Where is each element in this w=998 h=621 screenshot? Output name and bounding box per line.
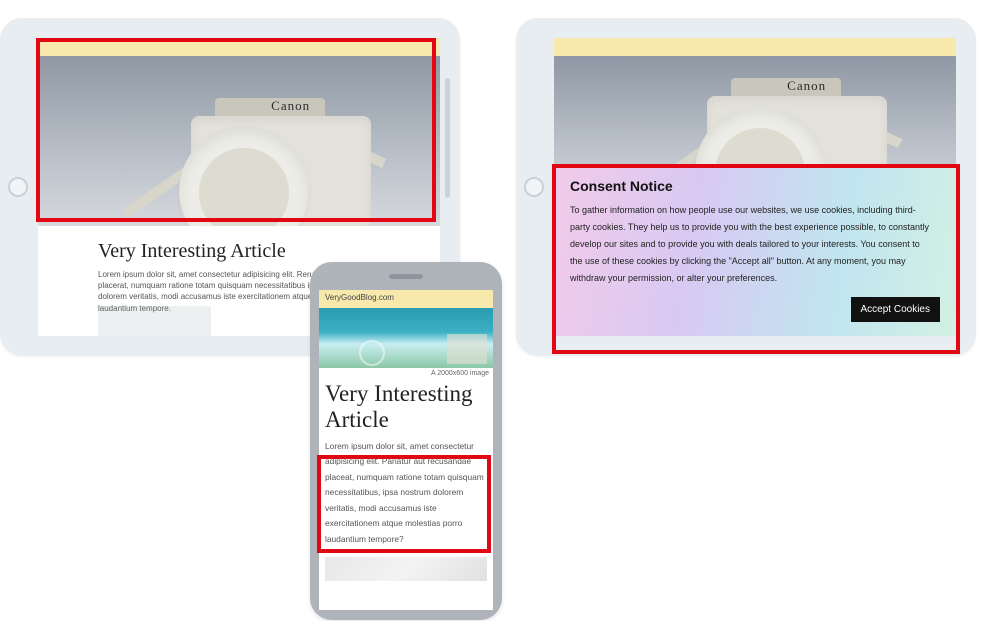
camera-brand-label: Canon [271,98,310,114]
bicycle-icon [359,340,385,366]
tablet-device-right: Canon Consent Notice To gather informati… [516,18,976,356]
hero-image-camera: Canon [38,56,440,226]
accept-cookies-button[interactable]: Accept Cookies [851,297,940,322]
hero-image-beach [319,308,493,368]
phone-device: VeryGoodBlog.com A 2000x600 image Very I… [310,262,502,620]
camera-brand-label: Canon [787,78,826,94]
consent-notice: Consent Notice To gather information on … [554,164,956,336]
home-button-icon [8,177,28,197]
camera-lens-inner-icon [199,148,289,226]
article-body: Lorem ipsum dolor sit, amet consectetur … [319,437,493,554]
header-bar [38,38,440,56]
scrollbar[interactable] [445,78,450,198]
article-title: Very Interesting Article [319,379,493,437]
consent-title: Consent Notice [570,178,940,194]
tablet-right-screen: Canon Consent Notice To gather informati… [554,38,956,336]
url-bar[interactable]: VeryGoodBlog.com [319,290,493,308]
phone-screen: VeryGoodBlog.com A 2000x600 image Very I… [319,290,493,610]
phone-speaker-icon [389,274,423,279]
header-bar [554,38,956,56]
beach-hut-icon [447,334,487,364]
consent-body: To gather information on how people use … [570,202,940,287]
article-title: Very Interesting Article [98,240,380,263]
image-caption: A 2000x600 image [319,368,493,379]
home-button-icon [524,177,544,197]
url-text: VeryGoodBlog.com [325,293,394,302]
article-thumbnails [325,557,487,581]
